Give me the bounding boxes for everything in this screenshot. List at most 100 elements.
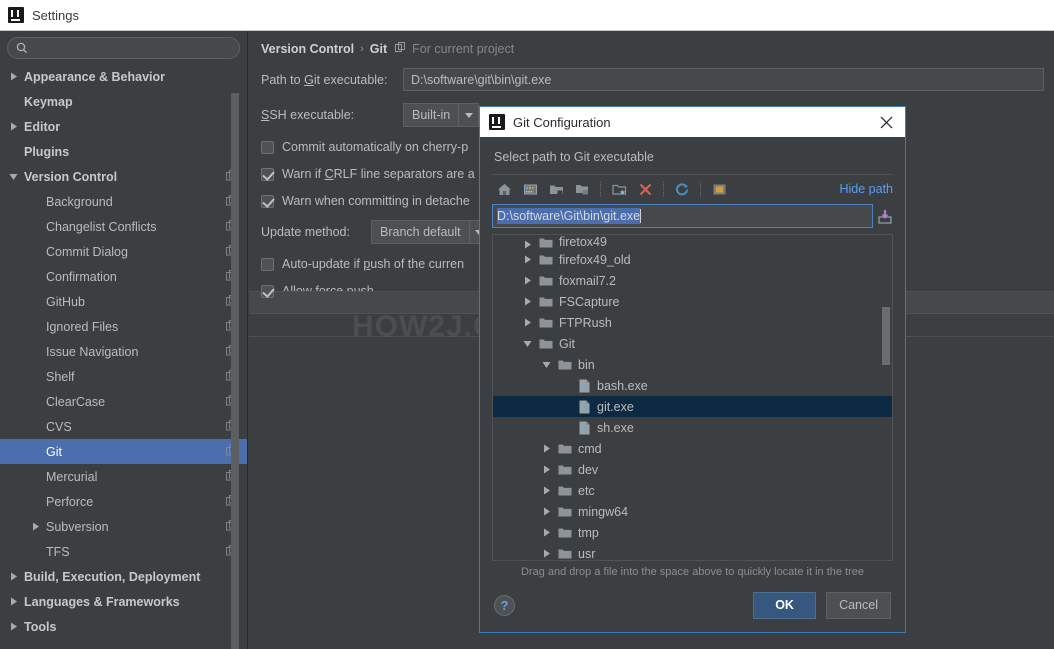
checkbox-auto-update[interactable]	[261, 257, 274, 271]
checkbox-cherry-pick[interactable]	[261, 140, 274, 154]
chevron-down-icon[interactable]	[518, 339, 536, 348]
chevron-down-icon[interactable]	[537, 360, 555, 369]
file-tree-label: Git	[559, 336, 575, 351]
file-tree-row[interactable]: ? git.exe	[493, 396, 892, 417]
file-tree-row[interactable]: bin	[493, 354, 892, 375]
chevron-right-icon[interactable]	[518, 318, 536, 327]
chevron-right-icon[interactable]	[537, 486, 555, 495]
file-tree-row[interactable]: cmd	[493, 438, 892, 459]
file-tree-row[interactable]: mingw64	[493, 501, 892, 522]
file-tree-row[interactable]: firetox49	[493, 235, 892, 249]
git-path-input[interactable]: D:\software\git\bin\git.exe	[403, 68, 1044, 91]
sidebar-item-appearance-behavior[interactable]: Appearance & Behavior	[0, 64, 247, 89]
sidebar-item-label: GitHub	[46, 294, 85, 309]
chevron-right-icon[interactable]	[6, 72, 20, 81]
file-tree-row[interactable]: etc	[493, 480, 892, 501]
chevron-right-icon[interactable]	[537, 465, 555, 474]
sidebar-item-version-control[interactable]: Version Control	[0, 164, 247, 189]
sidebar-item-commit-dialog[interactable]: Commit Dialog	[0, 239, 247, 264]
chevron-right-icon[interactable]	[518, 297, 536, 306]
sidebar-scrollbar-thumb[interactable]	[231, 93, 239, 649]
file-tree-row[interactable]: ? bash.exe	[493, 375, 892, 396]
checkbox-detached-head[interactable]	[261, 194, 274, 208]
chevron-right-icon[interactable]	[6, 572, 20, 581]
module-folder-icon[interactable]	[570, 178, 594, 200]
chevron-right-icon[interactable]	[537, 507, 555, 516]
sidebar-item-build-execution-deployment[interactable]: Build, Execution, Deployment	[0, 564, 247, 589]
folder-icon	[555, 464, 575, 476]
checkbox-crlf[interactable]	[261, 167, 274, 181]
show-hidden-icon[interactable]	[707, 178, 731, 200]
file-tree-row[interactable]: firefox49_old	[493, 249, 892, 270]
file-tree-row[interactable]: tmp	[493, 522, 892, 543]
sidebar-item-confirmation[interactable]: Confirmation	[0, 264, 247, 289]
sidebar-item-tfs[interactable]: TFS	[0, 539, 247, 564]
sidebar-item-cvs[interactable]: CVS	[0, 414, 247, 439]
sidebar-item-editor[interactable]: Editor	[0, 114, 247, 139]
toolbar-divider	[600, 181, 601, 197]
save-to-disk-icon[interactable]	[877, 209, 893, 224]
ssh-executable-combo[interactable]: Built-in	[403, 103, 480, 127]
breadcrumb-root[interactable]: Version Control	[261, 42, 354, 56]
help-button[interactable]: ?	[494, 594, 515, 616]
cancel-button[interactable]: Cancel	[826, 591, 891, 619]
close-icon[interactable]	[873, 109, 899, 135]
file-tree-row[interactable]: usr	[493, 543, 892, 560]
chevron-right-icon[interactable]	[518, 255, 536, 264]
sidebar-item-plugins[interactable]: Plugins	[0, 139, 247, 164]
chevron-right-icon[interactable]	[6, 122, 20, 131]
file-tree-row[interactable]: Git	[493, 333, 892, 354]
chevron-right-icon[interactable]	[28, 522, 42, 531]
sidebar-item-languages-frameworks[interactable]: Languages & Frameworks	[0, 589, 247, 614]
hide-path-link[interactable]: Hide path	[839, 182, 893, 196]
file-tree-row[interactable]: FTPRush	[493, 312, 892, 333]
breadcrumb: Version Control › Git For current projec…	[249, 31, 1054, 56]
file-tree-row[interactable]: foxmail7.2	[493, 270, 892, 291]
toolbar-divider	[663, 181, 664, 197]
update-method-combo[interactable]: Branch default	[371, 220, 490, 244]
file-tree-row[interactable]: ? sh.exe	[493, 417, 892, 438]
sidebar-item-ignored-files[interactable]: Ignored Files	[0, 314, 247, 339]
sidebar-item-clearcase[interactable]: ClearCase	[0, 389, 247, 414]
file-tree-row[interactable]: dev	[493, 459, 892, 480]
sidebar-item-subversion[interactable]: Subversion	[0, 514, 247, 539]
delete-icon[interactable]	[633, 178, 657, 200]
ok-button[interactable]: OK	[753, 591, 817, 619]
file-tree-row[interactable]: FSCapture	[493, 291, 892, 312]
svg-text:?: ?	[583, 384, 588, 393]
checkbox-force-push[interactable]	[261, 284, 274, 298]
path-input[interactable]: D:\software\Git\bin\git.exe	[492, 204, 873, 228]
sidebar-item-background[interactable]: Background	[0, 189, 247, 214]
chevron-right-icon[interactable]	[518, 240, 536, 249]
chevron-right-icon[interactable]	[537, 444, 555, 453]
project-folder-icon[interactable]	[544, 178, 568, 200]
checkbox-label-detached-head: Warn when committing in detache	[282, 194, 470, 208]
desktop-icon[interactable]	[518, 178, 542, 200]
sidebar-item-mercurial[interactable]: Mercurial	[0, 464, 247, 489]
sidebar-item-keymap[interactable]: Keymap	[0, 89, 247, 114]
chevron-down-icon[interactable]	[6, 172, 20, 181]
update-method-value: Branch default	[380, 225, 461, 239]
sidebar-item-github[interactable]: GitHub	[0, 289, 247, 314]
search-box[interactable]	[7, 37, 240, 59]
sidebar-item-changelist-conflicts[interactable]: Changelist Conflicts	[0, 214, 247, 239]
file-tree-scrollbar-thumb[interactable]	[882, 307, 890, 365]
chevron-right-icon[interactable]	[6, 597, 20, 606]
sidebar-item-shelf[interactable]: Shelf	[0, 364, 247, 389]
chevron-right-icon[interactable]	[537, 528, 555, 537]
search-input[interactable]	[34, 41, 231, 55]
refresh-icon[interactable]	[670, 178, 694, 200]
chevron-down-icon[interactable]	[458, 104, 478, 126]
chevron-right-icon[interactable]	[518, 276, 536, 285]
file-tree[interactable]: firetox49 firefox49_old foxmail7.2 FSCaptur…	[492, 234, 893, 561]
chevron-right-icon[interactable]	[537, 549, 555, 558]
sidebar-scrollbar-track[interactable]	[231, 62, 243, 649]
new-folder-icon[interactable]	[607, 178, 631, 200]
sidebar-item-issue-navigation[interactable]: Issue Navigation	[0, 339, 247, 364]
chevron-right-icon[interactable]	[6, 622, 20, 631]
sidebar-item-tools[interactable]: Tools	[0, 614, 247, 639]
folder-icon	[536, 237, 556, 249]
sidebar-item-perforce[interactable]: Perforce	[0, 489, 247, 514]
sidebar-item-git[interactable]: Git	[0, 439, 247, 464]
home-icon[interactable]	[492, 178, 516, 200]
